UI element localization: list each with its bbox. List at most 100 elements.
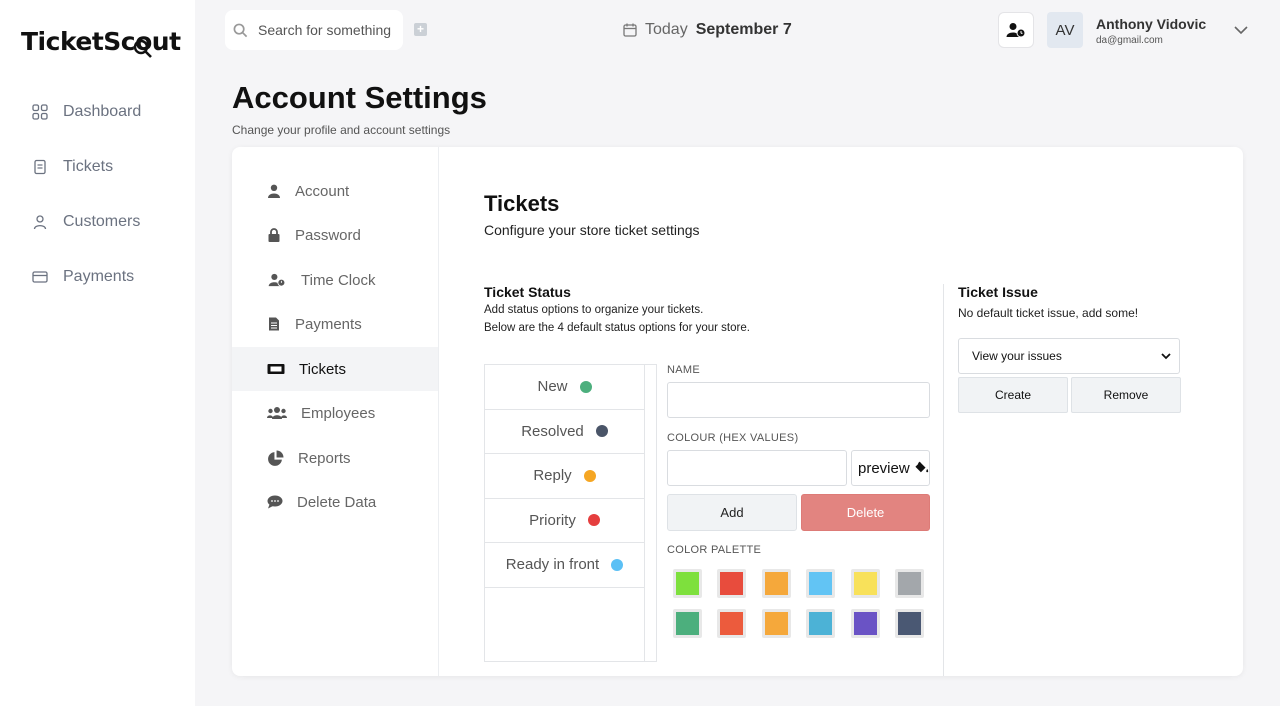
settings-item-payments[interactable]: Payments [232, 302, 438, 346]
section-title: Tickets [484, 191, 560, 216]
app-logo[interactable]: TicketScout [21, 27, 181, 56]
status-item-new[interactable]: New [485, 365, 644, 410]
chevron-down-icon[interactable] [1233, 24, 1249, 36]
add-icon[interactable]: + [414, 23, 427, 36]
status-dot [583, 469, 596, 482]
app-sidebar: TicketScout Dashboard Tickets Customers … [0, 0, 195, 706]
settings-item-label: Account [295, 182, 350, 200]
palette-swatch[interactable] [673, 569, 702, 598]
today-date: Today September 7 [623, 21, 792, 39]
avatar[interactable]: AV [1047, 12, 1083, 48]
settings-item-label: Employees [301, 404, 376, 422]
status-list-scrollbar[interactable] [645, 364, 657, 662]
palette-swatch[interactable] [851, 609, 880, 638]
status-item-resolved[interactable]: Resolved [485, 410, 644, 454]
colour-hex-input[interactable] [667, 450, 847, 486]
name-label: NAME [667, 364, 700, 376]
user-icon [33, 215, 47, 230]
issue-select[interactable]: View your issues [958, 338, 1180, 374]
settings-item-label: Time Clock [301, 271, 376, 289]
search-input[interactable]: Search for something [258, 22, 391, 38]
settings-item-label: Payments [295, 315, 362, 333]
page-subtitle: Change your profile and account settings [232, 123, 451, 137]
settings-item-label: Reports [298, 449, 351, 467]
grid-icon [32, 104, 48, 120]
settings-card: Account Password Time Clock Payments Tic… [232, 147, 1243, 676]
palette-swatch[interactable] [762, 569, 791, 598]
user-email: da@gmail.com [1096, 35, 1163, 46]
ticket-status-desc: Below are the 4 default status options f… [484, 322, 750, 334]
sidebar-item-dashboard[interactable]: Dashboard [32, 103, 141, 121]
settings-item-tickets[interactable]: Tickets [232, 347, 438, 391]
user-solid-icon [268, 184, 280, 198]
vertical-divider [943, 284, 944, 676]
lock-icon [268, 228, 280, 242]
magnifier-logo-icon [133, 39, 152, 58]
sidebar-item-label: Payments [63, 268, 135, 285]
palette-swatch[interactable] [717, 609, 746, 638]
search-icon [233, 23, 248, 37]
settings-item-delete-data[interactable]: Delete Data [232, 480, 438, 524]
status-label: Reply [533, 467, 572, 485]
paint-bucket-icon [915, 461, 928, 473]
status-item-reply[interactable]: Reply [485, 454, 644, 499]
status-label: New [537, 378, 568, 396]
sidebar-item-label: Dashboard [63, 103, 142, 120]
remove-button[interactable]: Remove [1071, 377, 1181, 413]
users-icon [267, 407, 287, 419]
status-dot [611, 558, 624, 571]
palette-swatch[interactable] [673, 609, 702, 638]
status-label: Ready in front [505, 556, 600, 574]
palette-label: COLOR PALETTE [667, 544, 762, 556]
sidebar-item-label: Tickets [63, 158, 114, 175]
settings-item-account[interactable]: Account [232, 169, 438, 213]
status-dot [595, 425, 608, 438]
preview-label: preview [858, 459, 910, 477]
preview-button[interactable]: preview [851, 450, 930, 486]
search-box[interactable]: Search for something [225, 10, 403, 50]
settings-item-password[interactable]: Password [232, 213, 438, 257]
palette-swatch[interactable] [806, 609, 835, 638]
section-subtitle: Configure your store ticket settings [484, 222, 700, 238]
status-list: New Resolved Reply Priority Ready in fro… [484, 364, 645, 662]
user-clock-button[interactable] [998, 12, 1034, 48]
file-invoice-icon [269, 317, 279, 331]
user-clock-icon [1006, 23, 1026, 38]
pie-chart-icon [268, 450, 284, 466]
calendar-icon [623, 23, 637, 37]
sidebar-item-customers[interactable]: Customers [32, 213, 140, 231]
status-dot [579, 380, 592, 393]
settings-item-employees[interactable]: Employees [232, 391, 438, 435]
ticket-issue-desc: No default ticket issue, add some! [958, 306, 1139, 320]
status-item-priority[interactable]: Priority [485, 499, 644, 543]
colour-label: COLOUR (HEX VALUES) [667, 432, 799, 444]
settings-nav: Account Password Time Clock Payments Tic… [232, 147, 439, 676]
ticket-issue-title: Ticket Issue [958, 284, 1038, 300]
create-button[interactable]: Create [958, 377, 1068, 413]
palette-swatch[interactable] [717, 569, 746, 598]
add-button[interactable]: Add [667, 494, 797, 531]
today-label: Today [645, 21, 688, 38]
status-label: Resolved [521, 422, 584, 440]
delete-button[interactable]: Delete [801, 494, 930, 531]
sidebar-item-payments[interactable]: Payments [32, 268, 134, 286]
user-clock-icon [268, 273, 286, 287]
status-item-ready-in-front[interactable]: Ready in front [485, 543, 644, 588]
palette-swatch[interactable] [806, 569, 835, 598]
settings-item-time-clock[interactable]: Time Clock [232, 258, 438, 302]
chevron-down-icon [1161, 353, 1171, 360]
today-value: September 7 [695, 21, 792, 38]
palette-swatch[interactable] [851, 569, 880, 598]
name-input[interactable] [667, 382, 930, 418]
page-title: Account Settings [232, 80, 487, 115]
credit-card-icon [32, 271, 48, 283]
palette-swatch[interactable] [762, 609, 791, 638]
settings-item-reports[interactable]: Reports [232, 436, 438, 480]
ticket-icon [267, 364, 285, 374]
user-name: Anthony Vidovic [1096, 16, 1207, 32]
palette-swatch[interactable] [895, 569, 924, 598]
palette-swatch[interactable] [895, 609, 924, 638]
settings-item-label: Delete Data [297, 493, 377, 511]
sidebar-item-tickets[interactable]: Tickets [32, 158, 113, 176]
settings-item-label: Tickets [299, 360, 346, 378]
